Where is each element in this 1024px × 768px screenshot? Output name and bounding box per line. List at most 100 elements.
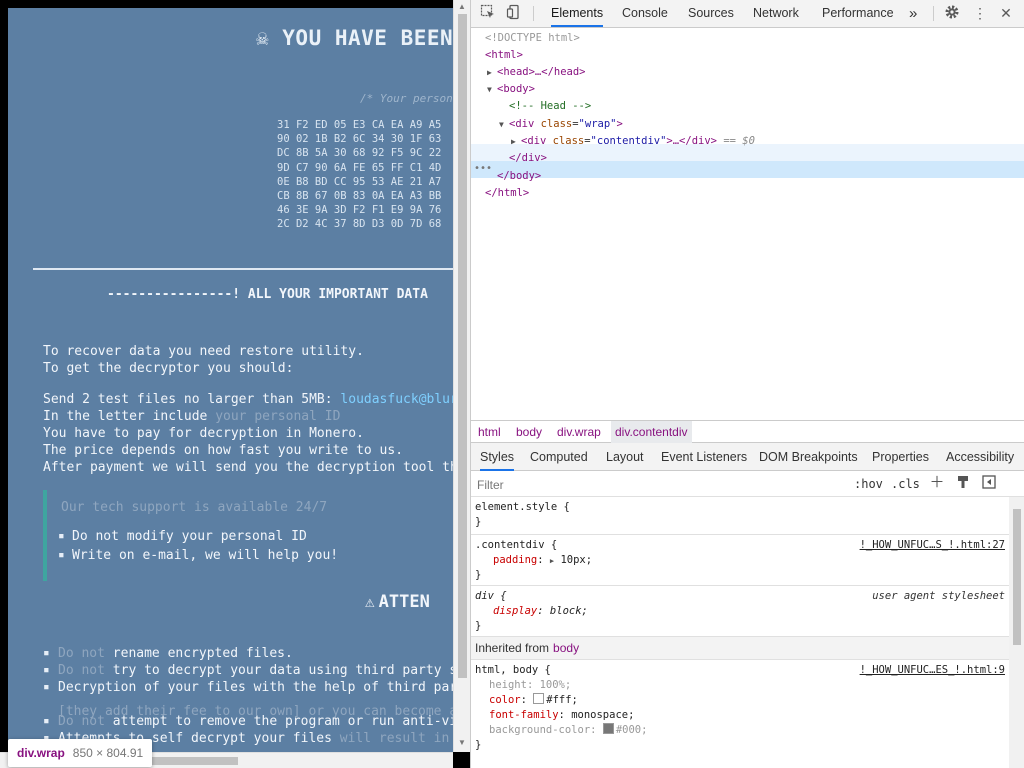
filter-input[interactable] bbox=[475, 474, 847, 495]
device-toolbar-icon[interactable] bbox=[505, 4, 523, 22]
page-viewport[interactable]: ☠ YOU HAVE BEEN /* Your personal ID */ 3… bbox=[0, 0, 470, 768]
tab-elements[interactable]: Elements bbox=[551, 0, 604, 27]
email-link[interactable]: loudasfuck@blur bbox=[340, 392, 457, 407]
breadcrumb-div-wrap[interactable]: div.wrap bbox=[553, 421, 605, 443]
styles-scrollbar[interactable] bbox=[1009, 497, 1024, 768]
tree-html-close[interactable]: </html> bbox=[485, 185, 529, 202]
hex-line: 2C D2 4C 37 8D D3 0D 7D 68 bbox=[277, 218, 442, 231]
warning-item-dim: Do not bbox=[58, 714, 105, 729]
kebab-menu-icon[interactable]: ⋮ bbox=[971, 4, 989, 22]
tab-network[interactable]: Network bbox=[753, 0, 799, 27]
inspect-tooltip: div.wrap 850 × 804.91 bbox=[8, 739, 153, 767]
tree-div-close[interactable]: </div> bbox=[509, 150, 547, 167]
paragraph-line: To get the decryptor you should: bbox=[43, 361, 294, 376]
tree-body-text: <body> bbox=[497, 83, 535, 95]
scroll-thumb[interactable] bbox=[458, 14, 467, 678]
tree-body-close[interactable]: </body> bbox=[497, 168, 541, 185]
property-value[interactable]: monospace; bbox=[571, 709, 634, 721]
gear-icon[interactable] bbox=[943, 4, 961, 22]
rule-source-link[interactable]: !_HOW_UNFUC…S_!.html:27 bbox=[860, 538, 1005, 553]
toggle-sidebar-icon[interactable] bbox=[981, 475, 997, 491]
expand-triangle-icon[interactable]: ▶ bbox=[511, 133, 521, 150]
breadcrumb-html[interactable]: html bbox=[474, 421, 505, 443]
property-name[interactable]: background-color bbox=[489, 724, 590, 736]
warning-item-text: attempt to remove the program or run ant… bbox=[104, 714, 458, 729]
property-name[interactable]: font-family bbox=[489, 709, 559, 721]
rule-declaration[interactable]: font-family: monospace; bbox=[489, 708, 634, 723]
rule-declaration[interactable]: padding: ▶ 10px; bbox=[493, 553, 592, 568]
warning-item: Do not attempt to remove the program or … bbox=[43, 714, 458, 729]
page-vertical-scrollbar[interactable]: ▲ ▼ bbox=[453, 0, 470, 752]
property-value[interactable]: #000; bbox=[616, 724, 648, 736]
tree-html-open[interactable]: <html> bbox=[485, 47, 523, 64]
cls-button[interactable]: .cls bbox=[891, 475, 920, 493]
property-value[interactable]: #fff; bbox=[546, 694, 578, 706]
rule-contentdiv[interactable]: .contentdiv { !_HOW_UNFUC…S_!.html:27 pa… bbox=[471, 535, 1009, 586]
rule-declaration[interactable]: background-color: #000; bbox=[489, 723, 647, 738]
tab-styles[interactable]: Styles bbox=[480, 443, 515, 471]
color-swatch[interactable] bbox=[602, 723, 614, 734]
rule-close: } bbox=[475, 569, 482, 581]
hov-button[interactable]: :hov bbox=[854, 475, 883, 493]
expand-triangle-icon[interactable]: ▶ bbox=[550, 557, 554, 565]
tree-attr-name: class bbox=[540, 118, 573, 130]
warning-item-dim: Do not bbox=[58, 646, 105, 661]
tree-comment[interactable]: <!-- Head --> bbox=[509, 98, 591, 115]
rule-selector[interactable]: html, body { bbox=[475, 663, 551, 678]
rule-source-link[interactable]: !_HOW_UNFUC…ES_!.html:9 bbox=[860, 663, 1005, 678]
rule-selector[interactable]: .contentdiv { bbox=[475, 538, 557, 553]
tree-head[interactable]: ▶ <head>…</head> bbox=[487, 64, 586, 81]
tooltip-dimensions: 850 × 804.91 bbox=[72, 746, 144, 760]
devtools-toolbar: Elements Console Sources Network Perform… bbox=[471, 0, 1024, 28]
styles-rules[interactable]: element.style { } .contentdiv { !_HOW_UN… bbox=[471, 497, 1009, 768]
tab-layout[interactable]: Layout bbox=[606, 443, 644, 471]
tree-body[interactable]: ▼ <body> bbox=[487, 81, 535, 98]
tab-performance[interactable]: Performance bbox=[822, 0, 894, 27]
hex-line: 46 3E 9A 3D F2 F1 E9 9A 76 bbox=[277, 204, 442, 217]
tree-div-wrap[interactable]: ▼ <div class="wrap"> bbox=[499, 116, 623, 133]
elements-tree[interactable]: ••• <!DOCTYPE html> <html> ▶ <head>…</hea… bbox=[471, 28, 1024, 418]
inspect-element-icon[interactable] bbox=[479, 4, 497, 22]
property-name[interactable]: padding bbox=[493, 554, 537, 566]
property-name[interactable]: color bbox=[489, 694, 521, 706]
tab-accessibility[interactable]: Accessibility bbox=[946, 443, 1014, 471]
tree-doctype[interactable]: <!DOCTYPE html> bbox=[485, 30, 580, 47]
scroll-thumb[interactable] bbox=[1013, 509, 1021, 645]
collapse-triangle-icon[interactable]: ▼ bbox=[487, 81, 497, 98]
hex-line: 31 F2 ED 05 E3 CA EA A9 A5 bbox=[277, 119, 442, 131]
close-icon[interactable]: ✕ bbox=[997, 4, 1015, 22]
scroll-up-icon[interactable]: ▲ bbox=[458, 2, 466, 11]
tab-event-listeners[interactable]: Event Listeners bbox=[661, 443, 747, 471]
ellipsis-icon[interactable]: ••• bbox=[474, 163, 492, 174]
tab-dom-breakpoints[interactable]: DOM Breakpoints bbox=[759, 443, 858, 471]
tab-console[interactable]: Console bbox=[622, 0, 668, 27]
tab-sources[interactable]: Sources bbox=[688, 0, 734, 27]
rule-selector[interactable]: element.style { bbox=[475, 500, 570, 515]
tree-head-text: <head>…</head> bbox=[497, 66, 586, 78]
property-value[interactable]: 100%; bbox=[540, 679, 572, 691]
rule-html-body[interactable]: html, body { !_HOW_UNFUC…ES_!.html:9 hei… bbox=[471, 660, 1009, 755]
property-name[interactable]: height bbox=[489, 679, 527, 691]
rule-element-style[interactable]: element.style { } bbox=[471, 497, 1009, 535]
breadcrumb: html body div.wrap div.contentdiv bbox=[471, 420, 1024, 443]
color-swatch[interactable] bbox=[533, 693, 545, 704]
more-tabs-icon[interactable]: » bbox=[909, 0, 917, 27]
tree-div-contentdiv[interactable]: ▶ <div class="contentdiv">…</div> == $0 bbox=[511, 133, 755, 150]
breadcrumb-div-contentdiv[interactable]: div.contentdiv bbox=[611, 421, 692, 443]
scroll-down-icon[interactable]: ▼ bbox=[458, 738, 466, 747]
paragraph-text-dim: your personal ID bbox=[215, 409, 341, 424]
tree-attr-value: "contentdiv" bbox=[590, 135, 667, 147]
add-rule-icon[interactable]: ＋ bbox=[929, 475, 945, 491]
breadcrumb-body[interactable]: body bbox=[512, 421, 546, 443]
tab-computed[interactable]: Computed bbox=[530, 443, 588, 471]
expand-triangle-icon[interactable]: ▶ bbox=[487, 64, 497, 81]
property-value[interactable]: 10px; bbox=[560, 554, 592, 566]
collapse-triangle-icon[interactable]: ▼ bbox=[499, 116, 509, 133]
paint-brush-icon[interactable] bbox=[955, 475, 971, 491]
inherited-element-link[interactable]: body bbox=[553, 641, 579, 655]
rule-declaration[interactable]: height: 100%; bbox=[489, 678, 571, 693]
tree-tag-close: >…</div> bbox=[666, 135, 717, 147]
rule-declaration[interactable]: color: #fff; bbox=[489, 693, 578, 708]
tab-properties[interactable]: Properties bbox=[872, 443, 929, 471]
rule-div-user-agent[interactable]: div { user agent stylesheet display: blo… bbox=[471, 586, 1009, 637]
